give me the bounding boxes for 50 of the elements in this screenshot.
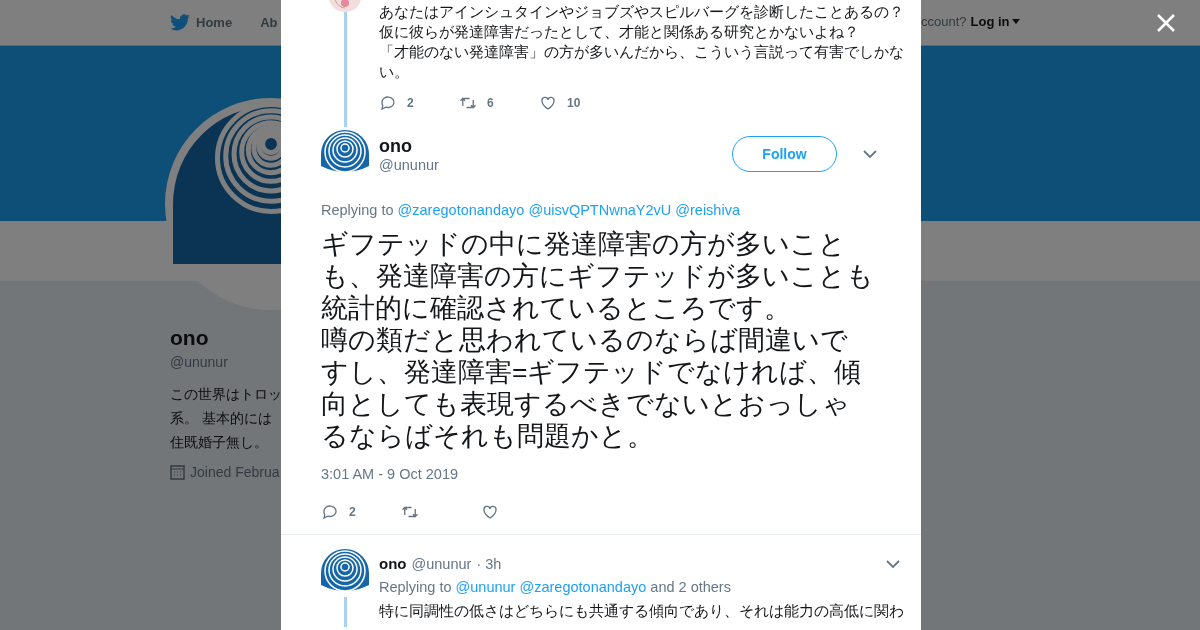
calendar-icon bbox=[170, 464, 185, 480]
profile-bio-line: 系。 基本的には bbox=[170, 409, 272, 428]
caret-icon bbox=[1011, 19, 1020, 24]
profile-handle: @ununur bbox=[170, 354, 228, 370]
mention-link[interactable]: @zaregotonandayo bbox=[519, 579, 647, 595]
reply-icon bbox=[379, 94, 397, 112]
author-handle: @ununur bbox=[411, 555, 472, 572]
reply-button[interactable]: 2 bbox=[379, 94, 459, 112]
mention-link[interactable]: @ununur bbox=[455, 579, 516, 595]
tweet-text-line: 仮に彼らが発達障害だったとして、才能と関係ある研究とかないよね？ bbox=[379, 23, 860, 42]
reply-button[interactable]: 2 bbox=[321, 503, 401, 521]
bird-icon bbox=[170, 14, 190, 31]
tweet-text-line: 噂の類だと思われているのならば間違いで bbox=[321, 324, 848, 356]
profile-name: ono bbox=[170, 326, 209, 350]
tweet-text-line: も、発達障害の方にギフテッドが多いことも bbox=[321, 260, 874, 292]
retweet-button[interactable]: 6 bbox=[459, 94, 539, 112]
follow-button[interactable]: Follow bbox=[732, 136, 837, 172]
tweet-text-line: るならばそれも問題かと。 bbox=[321, 420, 654, 452]
like-button[interactable]: 10 bbox=[539, 94, 619, 112]
others-label: and 2 others bbox=[650, 579, 731, 595]
tweet-text-line: 統計的に確認されているところです。 bbox=[321, 292, 791, 324]
author-name: ono bbox=[379, 555, 407, 572]
mention-link[interactable]: @reishiva bbox=[675, 202, 740, 218]
tweet-text-line: ギフテッドの中に発達障害の方が多いこと bbox=[321, 228, 846, 260]
tweet-timestamp: 3:01 AM - 9 Oct 2019 bbox=[321, 466, 460, 482]
home-link[interactable]: Home bbox=[170, 14, 233, 31]
tweet-time: · 3h bbox=[476, 555, 502, 572]
heart-icon bbox=[481, 503, 499, 521]
reply-icon bbox=[321, 503, 339, 521]
author-handle: @ununur bbox=[379, 156, 440, 173]
chevron-down-icon[interactable] bbox=[863, 149, 877, 159]
chevron-down-icon[interactable] bbox=[886, 558, 900, 569]
tweet-text-line: い。 bbox=[379, 63, 410, 82]
replying-label: Replying to bbox=[321, 202, 395, 218]
tweet-text-line: すし、発達障害=ギフテッドでなければ、傾 bbox=[321, 356, 862, 388]
profile-bio-line: 住既婚子無し。 bbox=[170, 433, 268, 452]
mention-link[interactable]: @uisvQPTNwnaY2vU bbox=[528, 202, 672, 218]
nav-link[interactable]: Ab bbox=[260, 15, 278, 30]
tweet-text-line: 「才能のない発達障害」の方が多いんだから、こういう言説って有害でしかな bbox=[379, 43, 904, 62]
profile-bio-line: この世界はトロッ bbox=[170, 385, 282, 404]
login-link[interactable]: Log in bbox=[970, 14, 1020, 29]
replying-label: Replying to bbox=[379, 579, 453, 595]
joined-date: Joined Februa bbox=[190, 464, 280, 480]
tweet-text-line: 向としても表現するべきでないとおっしゃ bbox=[321, 388, 850, 420]
tweet-text-line: 特に同調性の低さはどちらにも共通する傾向であり、それは能力の高低に関わ bbox=[379, 602, 904, 621]
mention-link[interactable]: @zaregotonandayo bbox=[397, 202, 525, 218]
tweet-text-line: あなたはアインシュタインやジョブズやスピルバーグを診断したことあるの？ bbox=[379, 3, 904, 22]
heart-icon bbox=[539, 94, 557, 112]
account-prompt: ccount? bbox=[921, 14, 967, 29]
author-name: ono bbox=[379, 135, 413, 157]
